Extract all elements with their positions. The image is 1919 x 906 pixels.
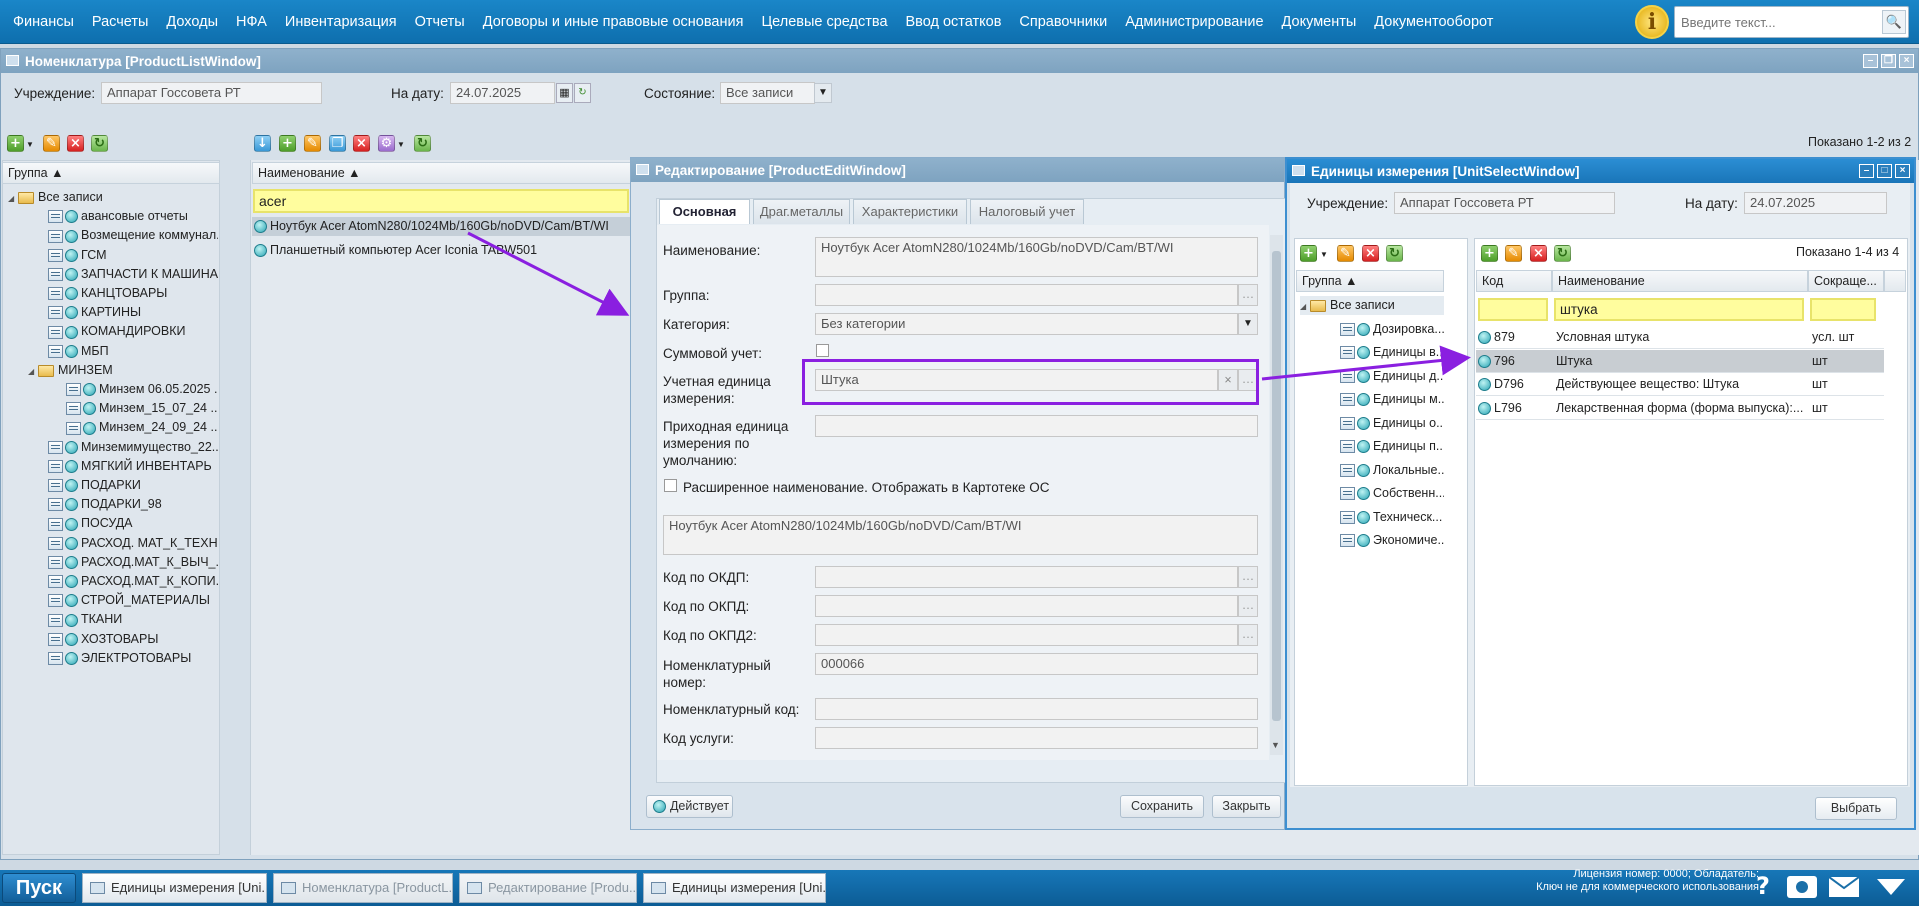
task-unit-select-2[interactable]: Единицы измерения [Uni... [643,873,826,903]
help-icon[interactable]: ? [1756,872,1770,900]
chevron-down-icon[interactable] [1877,879,1905,895]
task-product-edit[interactable]: Редактирование [Produ... [459,873,637,903]
annotation-arrow-2 [1261,345,1471,381]
task-product-list[interactable]: Номенклатура [ProductL... [273,873,453,903]
annotation-arrows [467,231,1471,381]
license-info: Лицензия номер: 0000; Обладатель: Ключ не… [1536,868,1759,893]
mail-icon[interactable] [1828,876,1860,897]
camera-icon[interactable] [1787,876,1817,898]
task-unit-select[interactable]: Единицы измерения [Uni... [82,873,267,903]
start-button[interactable]: Пуск [2,873,76,903]
annotation-arrow-1 [467,231,630,316]
